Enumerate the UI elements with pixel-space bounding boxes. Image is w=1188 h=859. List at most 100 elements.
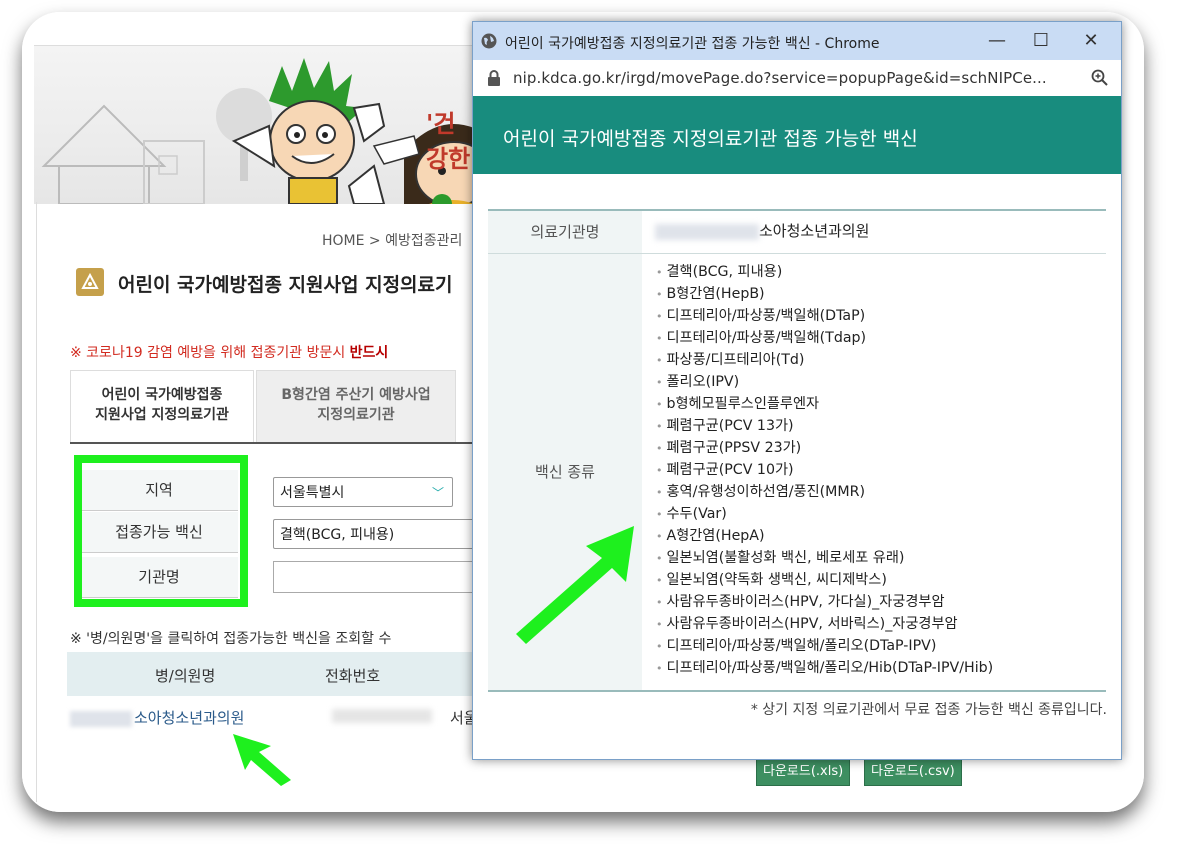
results-table-header: 병/의원명 전화번호 <box>67 652 477 696</box>
window-titlebar: 어린이 국가예방접종 지정의료기관 접종 가능한 백신 - Chrome — ☐… <box>473 22 1121 60</box>
vaccine-item: • 사람유두종바이러스(HPV, 서바릭스)_자궁경부암 <box>656 613 993 635</box>
region-select[interactable]: 서울특별시 ﹀ <box>273 477 453 507</box>
vaccine-name: 사람유두종바이러스(HPV, 가다실)_자궁경부암 <box>666 594 945 610</box>
result-hospital-name: 소아청소년과의원 <box>134 709 245 727</box>
bullet-icon: • <box>656 442 663 455</box>
bullet-icon: • <box>656 310 663 323</box>
vaccine-item: • b형헤모필루스인플루엔자 <box>656 393 993 415</box>
institution-name-label: 의료기관명 <box>488 211 642 253</box>
tab-line: 지원사업 지정의료기관 <box>95 407 229 423</box>
close-icon[interactable]: ✕ <box>1073 28 1109 54</box>
vaccine-item: • 디프테리아/파상풍/백일해/폴리오(DTaP-IPV) <box>656 635 993 657</box>
vaccine-item: • 폴리오(IPV) <box>656 371 993 393</box>
minimize-icon[interactable]: — <box>979 28 1015 54</box>
zoom-icon[interactable] <box>1091 69 1109 87</box>
bullet-icon: • <box>656 530 663 543</box>
institution-input[interactable] <box>273 561 485 593</box>
bullet-icon: • <box>656 266 663 279</box>
bullet-icon: • <box>656 618 663 631</box>
blurred-name <box>70 710 132 727</box>
address-bar[interactable]: nip.kdca.go.kr/irgd/movePage.do?service=… <box>473 60 1121 97</box>
result-hospital-link[interactable]: 소아청소년과의원 <box>70 707 244 728</box>
col-phone: 전화번호 <box>325 667 381 685</box>
hero-banner: '건강한 <box>34 46 474 204</box>
vaccine-item: • 폐렴구균(PCV 13가) <box>656 415 993 437</box>
vaccine-name: A형간염(HepA) <box>666 528 765 544</box>
vaccine-item: • 폐렴구균(PCV 10가) <box>656 459 993 481</box>
popup-window: 어린이 국가예방접종 지정의료기관 접종 가능한 백신 - Chrome — ☐… <box>472 21 1122 760</box>
bullet-icon: • <box>656 288 663 301</box>
notice-bold: 반드시 <box>349 345 389 361</box>
bullet-icon: • <box>656 596 663 609</box>
vaccine-name: 디프테리아/파상풍/백일해(DTaP) <box>666 308 866 324</box>
vaccine-name: 파상풍/디프테리아(Td) <box>666 352 805 368</box>
bullet-icon: • <box>656 464 663 477</box>
breadcrumb: HOME > 예방접종관리 <box>322 233 463 249</box>
vaccine-item: • 파상풍/디프테리아(Td) <box>656 349 993 371</box>
chevron-down-icon: ﹀ <box>431 486 444 500</box>
vaccine-name: 폐렴구균(PCV 10가) <box>666 462 794 478</box>
banner-slogan: '건강한 <box>426 109 471 173</box>
download-csv-button[interactable]: 다운로드(.csv) <box>864 758 962 786</box>
vaccine-name: b형헤모필루스인플루엔자 <box>666 396 820 412</box>
table-bottom-border <box>488 690 1106 692</box>
bullet-icon: • <box>656 486 663 499</box>
tab-line: 지정의료기관 <box>317 407 395 423</box>
page-title: 어린이 국가예방접종 지원사업 지정의료기 <box>118 274 453 296</box>
vaccine-name: 수두(Var) <box>666 506 727 522</box>
blurred-name <box>655 223 759 240</box>
bullet-icon: • <box>656 640 663 653</box>
institution-name-text: 소아청소년과의원 <box>759 222 870 240</box>
vaccine-name: 일본뇌염(불활성화 백신, 베로세포 유래) <box>666 550 905 566</box>
lock-icon <box>488 70 500 86</box>
vaccine-list: • 결핵(BCG, 피내용) • B형간염(HepB) • 디프테리아/파상풍/백일해(D… <box>656 261 993 679</box>
vaccine-name: 디프테리아/파상풍/백일해/폴리오/Hib(DTaP-IPV/Hib) <box>666 660 994 676</box>
click-hint: ※ '병/의원명'을 클릭하여 접종가능한 백신을 조회할 수 <box>70 631 392 647</box>
bullet-icon: • <box>656 332 663 345</box>
vaccine-item: • 디프테리아/파상풍/백일해(DTaP) <box>656 305 993 327</box>
vaccine-item: • 결핵(BCG, 피내용) <box>656 261 993 283</box>
bullet-icon: • <box>656 508 663 521</box>
bullet-icon: • <box>656 420 663 433</box>
window-title: 어린이 국가예방접종 지정의료기관 접종 가능한 백신 - Chrome <box>505 36 880 52</box>
vaccine-item: • 홍역/유행성이하선염/풍진(MMR) <box>656 481 993 503</box>
vaccine-name: 디프테리아/파상풍/백일해(Tdap) <box>666 330 867 346</box>
vaccine-item: • 디프테리아/파상풍/백일해(Tdap) <box>656 327 993 349</box>
highlight-box <box>74 455 248 607</box>
bullet-icon: • <box>656 662 663 675</box>
popup-header: 어린이 국가예방접종 지정의료기관 접종 가능한 백신 <box>473 96 1121 174</box>
bullet-icon: • <box>656 552 663 565</box>
notice-text: ※ 코로나19 감염 예방을 위해 접종기관 방문시 <box>70 345 346 361</box>
tab-underline <box>70 442 480 444</box>
vaccine-name: 일본뇌염(약독화 생백신, 씨디제박스) <box>666 572 887 588</box>
vaccine-item: • B형간염(HepB) <box>656 283 993 305</box>
vaccine-select[interactable]: 결핵(BCG, 피내용) <box>273 519 483 549</box>
vaccine-select-value: 결핵(BCG, 피내용) <box>280 527 395 543</box>
vaccine-name: 결핵(BCG, 피내용) <box>666 264 783 280</box>
bullet-icon: • <box>656 376 663 389</box>
bullet-icon: • <box>656 574 663 587</box>
maximize-icon[interactable]: ☐ <box>1023 28 1059 54</box>
page-title-icon <box>76 268 104 296</box>
col-hospital-name: 병/의원명 <box>155 667 216 685</box>
footnote: * 상기 지정 의료기관에서 무료 접종 가능한 백신 종류입니다. <box>750 702 1107 718</box>
tab-hepb-perinatal[interactable]: B형간염 주산기 예방사업 지정의료기관 <box>256 370 456 442</box>
bullet-icon: • <box>656 354 663 367</box>
vaccine-item: • 디프테리아/파상풍/백일해/폴리오/Hib(DTaP-IPV/Hib) <box>656 657 993 679</box>
tab-child-vaccination[interactable]: 어린이 국가예방접종 지원사업 지정의료기관 <box>70 370 254 442</box>
arrow-annotation <box>516 526 634 644</box>
covid-notice: ※ 코로나19 감염 예방을 위해 접종기관 방문시 반드시 <box>70 342 388 362</box>
vaccine-item: • 일본뇌염(불활성화 백신, 베로세포 유래) <box>656 547 993 569</box>
vaccine-name: B형간염(HepB) <box>666 286 765 302</box>
vaccine-name: 디프테리아/파상풍/백일해/폴리오(DTaP-IPV) <box>666 638 937 654</box>
popup-header-title: 어린이 국가예방접종 지정의료기관 접종 가능한 백신 <box>503 128 918 150</box>
bullet-icon: • <box>656 398 663 411</box>
vaccine-name: 폐렴구균(PPSV 23가) <box>666 440 802 456</box>
download-xls-button[interactable]: 다운로드(.xls) <box>756 758 851 786</box>
tab-line: B형간염 주산기 예방사업 <box>281 387 431 403</box>
arrow-annotation <box>233 734 291 786</box>
vaccine-name: 사람유두종바이러스(HPV, 서바릭스)_자궁경부암 <box>666 616 958 632</box>
vaccine-name: 홍역/유행성이하선염/풍진(MMR) <box>666 484 866 500</box>
vaccine-item: • 사람유두종바이러스(HPV, 가다실)_자궁경부암 <box>656 591 993 613</box>
vaccine-item: • A형간염(HepA) <box>656 525 993 547</box>
